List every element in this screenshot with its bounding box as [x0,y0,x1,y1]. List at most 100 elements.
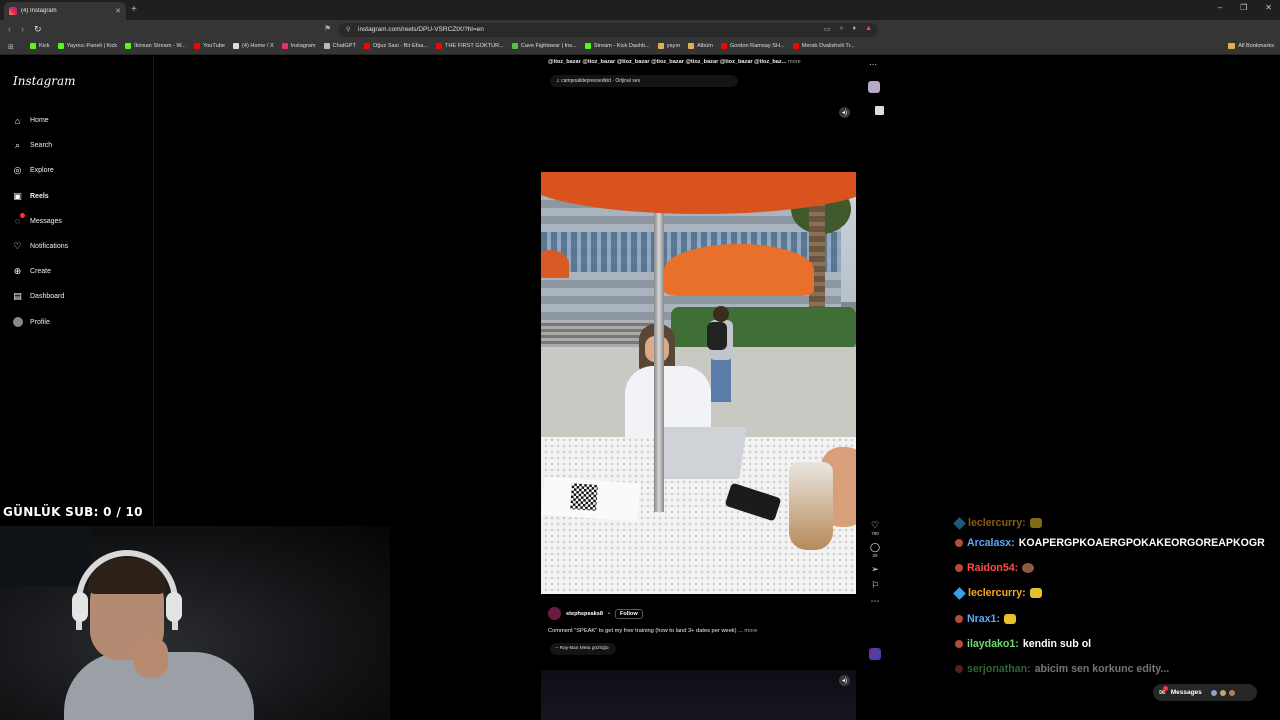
author-avatar[interactable] [548,607,561,620]
mute-icon[interactable]: ◂) [839,107,850,118]
apps-grid-icon[interactable]: ⊞ [8,43,14,51]
chat-badge-icon [955,563,963,572]
url-text[interactable]: instagram.com/reels/DPU-VSRCZtX/?hl=en [358,26,484,33]
chat-message: serjonathan: abicim sen korkunc edity... [955,656,1275,681]
chat-username[interactable]: ilaydako1: [967,638,1019,650]
bookmark-item[interactable]: İkinsan Stream - W... [125,43,186,49]
more-action[interactable]: ⋯ [866,596,884,606]
chat-username[interactable]: leclercurry: [968,587,1026,599]
chat-username[interactable]: Nrax1: [967,613,1000,625]
window-controls: – ❐ ✕ [1218,3,1272,12]
bookmark-item[interactable]: Oğuz Sasi - Bir Efsa... [363,43,428,49]
follow-button[interactable]: Follow [614,608,643,619]
bookmark-item[interactable]: Merab Dvalishvili Tr... [792,43,855,49]
next-reel-preview[interactable] [541,670,856,720]
nav-item-profile[interactable]: Profile [12,310,68,335]
share-action[interactable]: ➢ [866,564,884,574]
bookmark-item[interactable]: Instagram [281,43,316,49]
new-tab-button[interactable]: + [131,4,137,15]
bookmarks-bar: ⊞ Kick Yayıncı Paneli | Kick İkinsan Strea… [0,40,1280,55]
brave-rewards-icon[interactable]: ▲ [865,25,872,33]
forward-arrow-icon[interactable]: › [21,24,24,35]
back-arrow-icon[interactable]: ‹ [8,24,11,35]
bookmark-item[interactable]: Kick [30,43,50,49]
chat-message: ilaydako1: kendin sub ol [955,631,1275,656]
like-count: 700 [871,531,879,536]
restore-button[interactable]: ❐ [1240,3,1247,12]
chat-text: KOAPERGPKOAERGPOKAKEORGOREAPKOGR [1018,536,1265,549]
bookmark-item[interactable]: Yayıncı Paneli | Kick [57,43,118,49]
bookmark-item[interactable]: Stream - Kick Dashb... [584,43,650,49]
reel-audio[interactable]: ◦◦ Ray-Ban Meta gözlüğü [550,643,616,655]
nav-item-dashboard[interactable]: ▤ Dashboard [12,284,68,309]
chat-username[interactable]: Arcalasx: [967,537,1015,549]
nav-item-search[interactable]: ⌕ Search [12,133,68,158]
bookmark-item[interactable]: Gordon Ramsay SH... [720,43,785,49]
close-window-button[interactable]: ✕ [1265,3,1272,12]
nav-item-create[interactable]: ⊕ Create [12,259,68,284]
bookmark-item[interactable]: Albüm [688,43,713,49]
comment-action[interactable]: ◯ 20 [866,542,884,558]
nav-item-notifications[interactable]: ♡ Notifications [12,234,68,259]
audio-thumbnail[interactable] [869,648,881,660]
bookmark-item[interactable]: yayın [657,43,680,49]
like-action[interactable]: ♡ 700 [866,520,884,536]
chat-emote-icon [1029,518,1042,528]
browser-tab-instagram[interactable]: (4) Instagram ✕ [4,2,126,20]
minimize-button[interactable]: – [1218,3,1222,12]
bookmark-item[interactable]: THE FIRST GOKTUR... [435,43,504,49]
previous-reel-more-options-icon[interactable]: ⋯ [869,60,877,69]
bookmark-favicon-icon [657,43,664,49]
previous-reel-more-link[interactable]: more [788,59,801,65]
bookmark-icon[interactable]: ⚐ [871,580,879,590]
nav-item-reels[interactable]: ▣ Reels [12,184,68,209]
send-icon[interactable]: ➢ [871,564,879,574]
chat-username[interactable]: Raidon54: [967,562,1018,574]
nav-label: Home [30,117,49,125]
bookmark-label: ChatGPT [332,43,356,49]
mute-icon[interactable]: ◂) [839,675,850,686]
more-options-icon[interactable]: ⋯ [871,596,880,606]
author-username[interactable]: stephspeaks8 [566,611,603,617]
caption-more-link[interactable]: more [744,628,757,634]
save-action[interactable]: ⚐ [866,580,884,590]
folder-icon [1228,43,1236,49]
chat-badge-icon [953,586,966,600]
compass-icon: ◎ [13,165,22,176]
chat-username[interactable]: serjonathan: [967,663,1031,675]
comment-icon[interactable]: ◯ [870,542,880,552]
address-bar[interactable]: ⚲ instagram.com/reels/DPU-VSRCZtX/?hl=en… [338,23,878,37]
chat-username[interactable]: leclercurry: [968,517,1026,529]
bookmark-favicon-icon [30,43,36,49]
bookmark-label: Yayıncı Paneli | Kick [66,43,118,49]
instagram-logo[interactable]: Instagram [13,74,76,88]
shield-icon[interactable]: ♦ [852,25,856,33]
nav-item-home[interactable]: ⌂ Home [12,108,68,133]
nav-item-messages[interactable]: ◌ Messages [12,209,68,234]
avatar [1227,688,1236,697]
stream-chat: leclercurry: Arcalasx: KOAPERGPKOAERGPOKAK… [953,516,1275,682]
bookmark-item[interactable]: (4) Home / X [232,43,274,49]
bookmark-item[interactable]: Cave Fightwear | Ins... [511,43,577,49]
reel-video[interactable] [541,172,856,594]
previous-reel-audio[interactable]: ♫ campoalidepressedkid · Orijinal ses [550,75,738,87]
site-info-icon[interactable]: ⚲ [346,26,350,33]
bookmark-favicon-icon [511,43,518,49]
zoom-icon[interactable]: ⌕ [840,25,844,33]
messages-pill[interactable]: ✉ Messages [1153,684,1257,701]
previous-reel-audio-avatar[interactable] [868,81,880,93]
bookmark-label: THE FIRST GOKTUR... [444,43,504,49]
close-tab-icon[interactable]: ✕ [115,7,121,15]
chat-emote-icon [1029,588,1042,599]
all-bookmarks-button[interactable]: All Bookmarks [1228,43,1274,49]
bookmark-item[interactable]: YouTube [193,43,225,49]
previous-reel-thumb-icon[interactable] [875,106,884,115]
heart-icon[interactable]: ♡ [871,520,879,530]
bookmark-page-icon[interactable]: ⚑ [324,24,331,33]
message-avatars [1209,688,1236,697]
nav-label: Profile [30,318,50,326]
bookmark-item[interactable]: ChatGPT [323,43,356,49]
cast-icon[interactable]: ▭ [824,25,831,33]
nav-item-explore[interactable]: ◎ Explore [12,158,68,183]
reload-icon[interactable]: ↻ [34,24,42,35]
